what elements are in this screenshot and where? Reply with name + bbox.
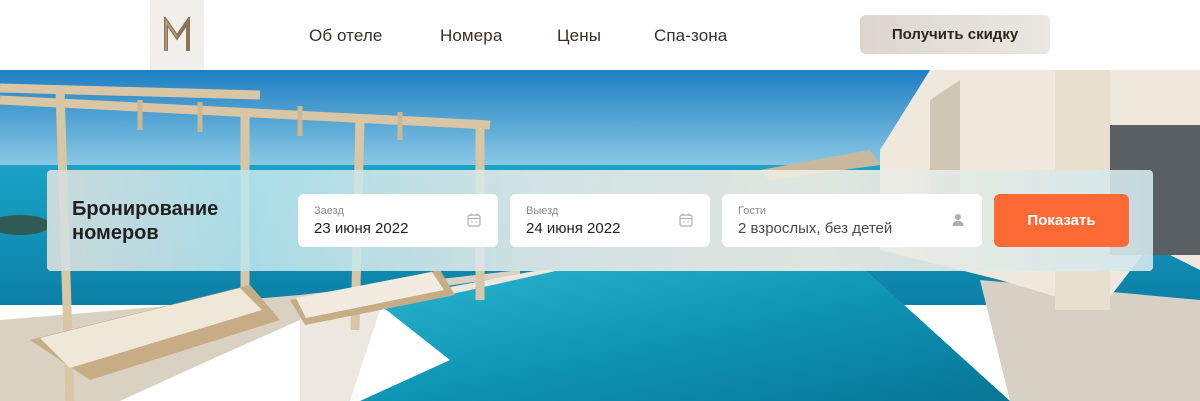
nav-item-rooms[interactable]: Номера — [440, 26, 502, 46]
checkin-label: Заезд — [314, 205, 344, 217]
show-button[interactable]: Показать — [994, 194, 1129, 247]
calendar-icon — [679, 213, 693, 227]
guests-value: 2 взрослых, без детей — [738, 220, 893, 237]
nav-item-prices[interactable]: Цены — [557, 26, 601, 46]
checkout-field[interactable]: Выезд 24 июня 2022 — [510, 194, 710, 247]
site-header: M Об отеле Номера Цены Спа-зона Получить… — [0, 0, 1200, 70]
person-icon — [952, 214, 964, 226]
get-discount-button[interactable]: Получить скидку — [860, 15, 1050, 54]
checkout-label: Выезд — [526, 205, 559, 217]
logo-icon: M — [164, 17, 190, 51]
booking-form: Бронирование номеров Заезд 23 июня 2022 … — [47, 170, 1153, 271]
guests-label: Гости — [738, 205, 767, 217]
logo[interactable]: M — [150, 0, 204, 70]
checkin-value: 23 июня 2022 — [314, 220, 409, 237]
booking-title: Бронирование номеров — [72, 198, 219, 244]
checkin-field[interactable]: Заезд 23 июня 2022 — [298, 194, 498, 247]
calendar-icon — [467, 213, 481, 227]
nav-item-about[interactable]: Об отеле — [309, 26, 382, 46]
checkout-value: 24 июня 2022 — [526, 220, 621, 237]
guests-field[interactable]: Гости 2 взрослых, без детей — [722, 194, 982, 247]
nav-item-spa[interactable]: Спа-зона — [654, 26, 727, 46]
